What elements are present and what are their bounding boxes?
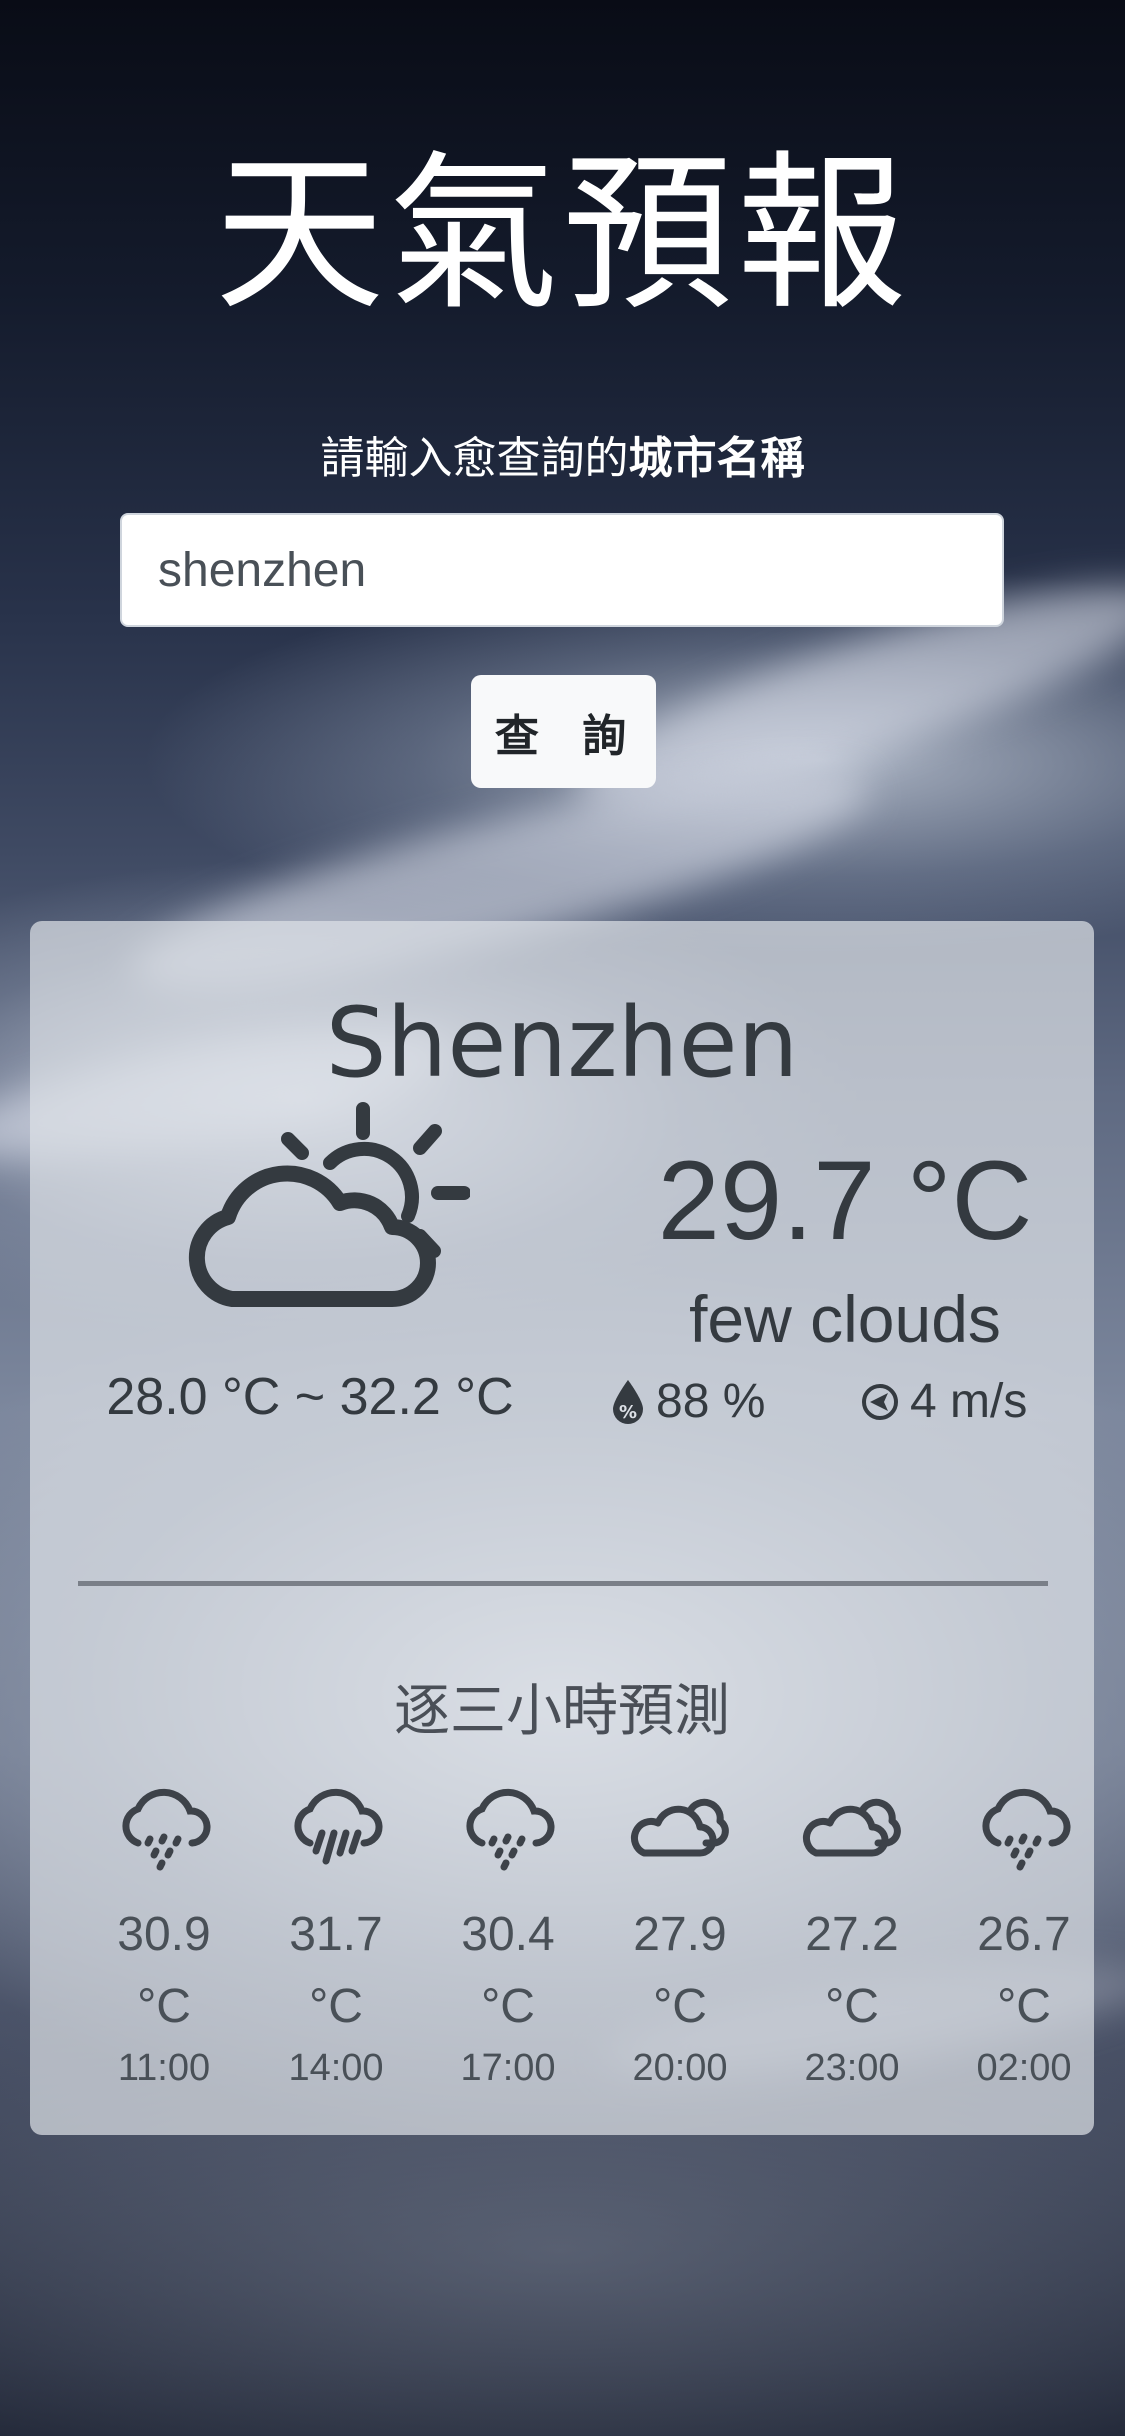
page-title: 天氣預報 bbox=[214, 136, 911, 334]
forecast-unit: °C bbox=[481, 1980, 535, 2033]
forecast-time: 17:00 bbox=[460, 2047, 556, 2089]
forecast-temp: 30.4 bbox=[461, 1908, 555, 1961]
rain-icon bbox=[122, 1788, 211, 1871]
forecast-temp: 27.2 bbox=[805, 1908, 899, 1961]
forecast-time: 23:00 bbox=[804, 2047, 900, 2089]
current-temperature: 29.7 °C bbox=[657, 1138, 1033, 1263]
forecast-unit: °C bbox=[137, 1980, 191, 2033]
cloudy-icon bbox=[630, 1798, 729, 1857]
forecast-time: 20:00 bbox=[632, 2047, 728, 2089]
section-divider bbox=[78, 1581, 1048, 1586]
forecast-item: 30.9 °C 11:00 bbox=[78, 1781, 250, 2090]
forecast-item: 30.4 °C 17:00 bbox=[422, 1781, 594, 2090]
svg-text:%: % bbox=[619, 1402, 637, 1423]
search-prompt-text: 請輸入愈查詢的 bbox=[320, 433, 629, 484]
humidity-icon: % bbox=[613, 1379, 643, 1424]
search-button[interactable]: 查 詢 bbox=[471, 675, 656, 788]
forecast-unit: °C bbox=[653, 1980, 707, 2033]
forecast-unit: °C bbox=[825, 1980, 879, 2033]
partly-cloudy-day-icon bbox=[188, 1102, 470, 1307]
forecast-unit: °C bbox=[309, 1980, 363, 2033]
city-search-input[interactable] bbox=[120, 513, 1004, 627]
heavy-rain-icon bbox=[294, 1788, 383, 1865]
weather-description: few clouds bbox=[689, 1282, 1001, 1356]
temperature-range: 28.0 °C ~ 32.2 °C bbox=[106, 1368, 514, 1426]
forecast-item: 31.7 °C 14:00 bbox=[250, 1781, 422, 2090]
forecast-temp: 27.9 bbox=[633, 1908, 727, 1961]
humidity-value: 88 % bbox=[656, 1375, 766, 1428]
weather-card: Shenzhen 29.7 °C few clouds 28.0 °C ~ 32… bbox=[30, 921, 1094, 2135]
search-prompt: 請輸入愈查詢的城市名稱 bbox=[0, 422, 1125, 486]
forecast-item: 27.2 °C 23:00 bbox=[766, 1781, 938, 2090]
forecast-temp: 31.7 bbox=[289, 1908, 383, 1961]
forecast-item: 26.7 °C 02:00 bbox=[938, 1781, 1110, 2090]
forecast-time: 02:00 bbox=[976, 2047, 1072, 2089]
search-prompt-emphasis: 城市名稱 bbox=[628, 433, 805, 484]
forecast-item: 27.9 °C 20:00 bbox=[594, 1781, 766, 2090]
wind-info: 4 m/s bbox=[860, 1374, 1027, 1429]
wind-value: 4 m/s bbox=[910, 1375, 1028, 1428]
rain-icon bbox=[466, 1788, 555, 1871]
forecast-temp: 26.7 bbox=[977, 1908, 1071, 1961]
wind-direction-icon bbox=[862, 1383, 898, 1420]
forecast-list: 30.9 °C 11:00 31.7 °C 14:00 30.4 °C 17:0… bbox=[78, 1781, 1110, 2090]
forecast-time: 11:00 bbox=[117, 2047, 211, 2089]
cloudy-icon bbox=[802, 1798, 901, 1857]
humidity-info: % 88 % bbox=[610, 1374, 765, 1429]
forecast-title: 逐三小時預測 bbox=[394, 1679, 730, 1744]
city-name: Shenzhen bbox=[325, 987, 799, 1099]
forecast-temp: 30.9 bbox=[117, 1908, 211, 1961]
forecast-time: 14:00 bbox=[288, 2047, 384, 2089]
forecast-unit: °C bbox=[997, 1980, 1051, 2033]
rain-icon bbox=[982, 1788, 1071, 1871]
